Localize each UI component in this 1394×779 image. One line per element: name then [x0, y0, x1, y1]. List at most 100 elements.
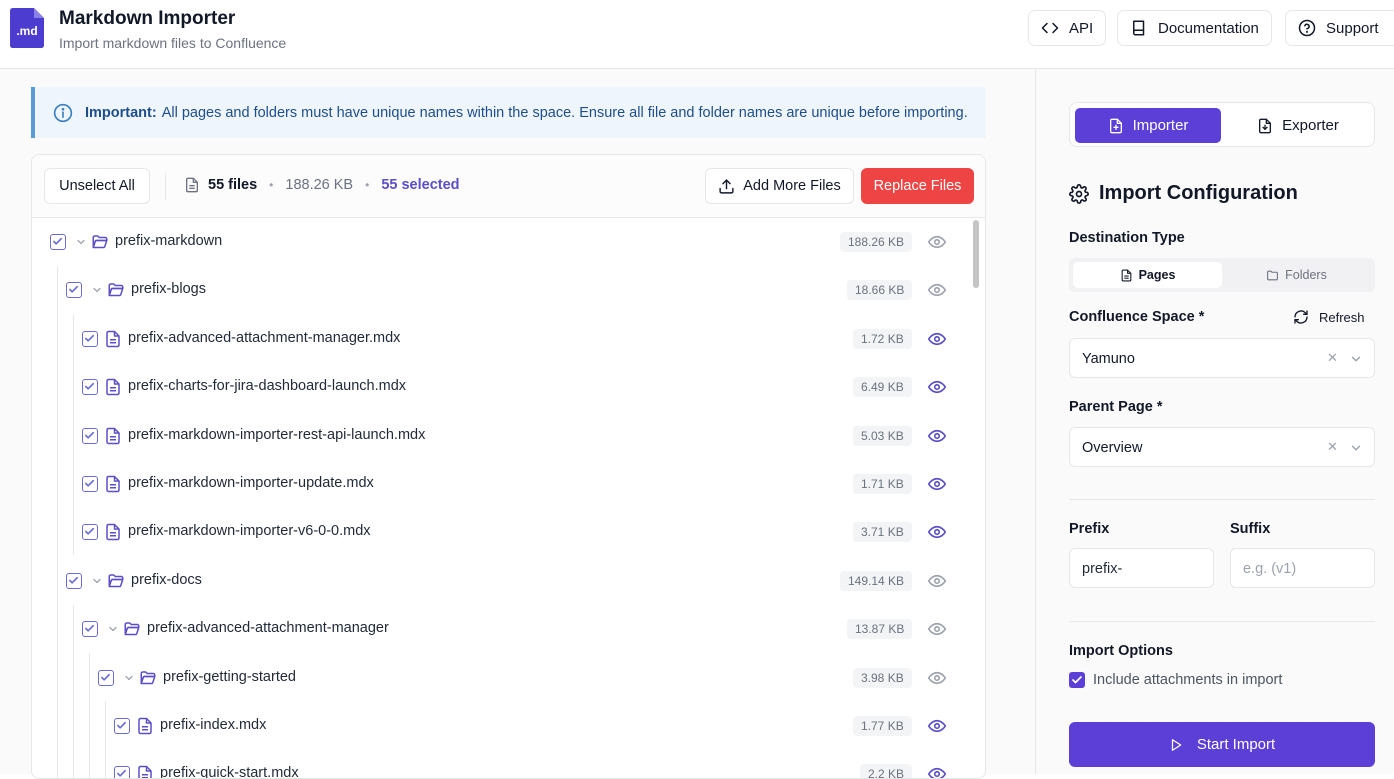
file-icon: [136, 765, 154, 778]
preview-eye-icon[interactable]: [927, 427, 947, 445]
row-checkbox[interactable]: [82, 621, 98, 638]
size-badge: 149.14 KB: [840, 570, 913, 591]
tree-folder-row[interactable]: prefix-blogs 18.66 KB: [32, 266, 972, 314]
markdown-logo-icon: .md: [10, 8, 44, 48]
documentation-button[interactable]: Documentation: [1117, 10, 1272, 46]
tab-importer[interactable]: Importer: [1075, 108, 1221, 143]
confluence-space-label: Confluence Space *: [1069, 309, 1205, 325]
chevron-down-icon[interactable]: [75, 235, 87, 247]
folder-icon: [1267, 270, 1279, 280]
preview-eye-icon[interactable]: [927, 717, 947, 735]
suffix-label: Suffix: [1230, 521, 1271, 537]
chevron-down-icon[interactable]: [91, 283, 103, 295]
preview-eye-icon[interactable]: [927, 572, 947, 590]
tree-file-row[interactable]: prefix-charts-for-jira-dashboard-launch.…: [32, 363, 972, 411]
row-checkbox[interactable]: [98, 669, 114, 686]
chevron-down-icon[interactable]: [91, 574, 103, 586]
row-checkbox[interactable]: [114, 766, 130, 778]
tree-file-row[interactable]: prefix-markdown-importer-update.mdx 1.71 …: [32, 460, 972, 508]
preview-eye-icon[interactable]: [927, 620, 947, 638]
tree-file-row[interactable]: prefix-index.mdx 1.77 KB: [32, 702, 972, 750]
total-size: 188.26 KB: [285, 177, 354, 193]
tree-file-row[interactable]: prefix-markdown-importer-rest-api-launch…: [32, 412, 972, 460]
replace-files-button[interactable]: Replace Files: [861, 168, 974, 204]
size-badge: 188.26 KB: [840, 232, 913, 252]
preview-eye-icon[interactable]: [927, 330, 947, 348]
include-attachments-label: Include attachments in import: [1093, 672, 1283, 688]
support-button[interactable]: Support: [1285, 10, 1394, 46]
tree-folder-row[interactable]: prefix-advanced-attachment-manager 13.87 …: [32, 605, 972, 653]
preview-eye-icon[interactable]: [927, 523, 947, 541]
main-content: Important: All pages and folders must ha…: [0, 69, 1035, 779]
notice-strong: Important:: [85, 104, 157, 121]
app-header: .md Markdown Importer Import markdown fi…: [0, 0, 1394, 69]
configuration-sidebar: Importer Exporter Import Configuration D…: [1035, 69, 1394, 774]
tab-exporter[interactable]: Exporter: [1225, 108, 1371, 143]
unselect-all-button[interactable]: Unselect All: [44, 168, 150, 204]
preview-eye-icon[interactable]: [927, 378, 947, 396]
size-badge: 3.98 KB: [853, 667, 912, 688]
mode-switcher: Importer Exporter: [1069, 102, 1375, 147]
row-checkbox[interactable]: [82, 524, 98, 541]
dest-folders-option[interactable]: Folders: [1222, 262, 1371, 288]
preview-eye-icon[interactable]: [927, 233, 947, 251]
prefix-label: Prefix: [1069, 521, 1110, 537]
chevron-down-icon[interactable]: [107, 622, 119, 634]
file-icon: [104, 475, 122, 493]
row-checkbox[interactable]: [82, 379, 98, 396]
size-badge: 18.66 KB: [847, 280, 913, 301]
notice-text: All pages and folders must have unique n…: [161, 104, 968, 121]
chevron-down-icon[interactable]: [1349, 441, 1363, 455]
add-more-files-button[interactable]: Add More Files: [705, 168, 854, 204]
row-checkbox[interactable]: [50, 234, 66, 250]
parent-page-label: Parent Page *: [1069, 399, 1163, 415]
file-toolbar: Unselect All 55 files • 188.26 KB • 55 s…: [32, 155, 985, 218]
include-attachments-checkbox[interactable]: [1069, 672, 1085, 688]
preview-eye-icon[interactable]: [927, 281, 947, 299]
preview-eye-icon[interactable]: [927, 669, 947, 687]
row-checkbox[interactable]: [66, 572, 82, 589]
chevron-down-icon[interactable]: [123, 671, 135, 683]
start-import-button[interactable]: Start Import: [1069, 722, 1375, 767]
tab-importer-label: Importer: [1132, 117, 1189, 134]
tree-item-name: prefix-advanced-attachment-manager.mdx: [128, 329, 401, 346]
dest-pages-option[interactable]: Pages: [1073, 262, 1222, 288]
confluence-space-select[interactable]: Yamuno ✕: [1069, 338, 1375, 378]
svg-text:.md: .md: [16, 24, 37, 38]
row-checkbox[interactable]: [66, 282, 82, 299]
file-icon: [186, 177, 198, 193]
row-checkbox[interactable]: [82, 476, 98, 492]
tree-scrollbar[interactable]: [973, 220, 979, 288]
row-checkbox[interactable]: [82, 330, 98, 347]
chevron-down-icon[interactable]: [1349, 352, 1363, 366]
tree-item-name: prefix-getting-started: [163, 668, 296, 685]
tree-item-name: prefix-quick-start.mdx: [160, 765, 299, 779]
preview-eye-icon[interactable]: [927, 765, 947, 778]
clear-parent-icon[interactable]: ✕: [1327, 439, 1338, 455]
tree-file-row[interactable]: prefix-markdown-importer-v6-0-0.mdx 3.71 …: [32, 508, 972, 556]
tree-item-name: prefix-charts-for-jira-dashboard-launch.…: [128, 378, 407, 395]
api-button[interactable]: API: [1028, 10, 1107, 46]
refresh-button[interactable]: Refresh: [1293, 309, 1365, 325]
tree-folder-row[interactable]: prefix-getting-started 3.98 KB: [32, 654, 972, 702]
tree-item-name: prefix-index.mdx: [160, 717, 267, 733]
important-notice: Important: All pages and folders must ha…: [31, 87, 986, 138]
row-checkbox[interactable]: [82, 427, 98, 444]
prefix-input[interactable]: prefix-: [1069, 548, 1214, 588]
tree-file-row[interactable]: prefix-quick-start.mdx 2.2 KB: [32, 750, 972, 779]
dest-folders-label: Folders: [1285, 268, 1327, 282]
row-checkbox[interactable]: [114, 718, 130, 734]
tree-folder-row[interactable]: prefix-markdown 188.26 KB: [32, 218, 972, 266]
suffix-input[interactable]: e.g. (v1): [1230, 548, 1375, 588]
parent-page-select[interactable]: Overview ✕: [1069, 427, 1375, 467]
preview-eye-icon[interactable]: [927, 475, 947, 493]
app-title: Markdown Importer: [59, 8, 236, 29]
help-circle-icon: [1298, 19, 1316, 37]
refresh-label: Refresh: [1319, 309, 1365, 325]
clear-space-icon[interactable]: ✕: [1327, 350, 1338, 366]
tree-file-row[interactable]: prefix-advanced-attachment-manager.mdx 1.…: [32, 315, 972, 363]
dest-pages-label: Pages: [1138, 268, 1176, 282]
tree-folder-row[interactable]: prefix-docs 149.14 KB: [32, 557, 972, 605]
folder-open-icon: [139, 669, 157, 687]
confluence-space-value: Yamuno: [1082, 351, 1135, 367]
